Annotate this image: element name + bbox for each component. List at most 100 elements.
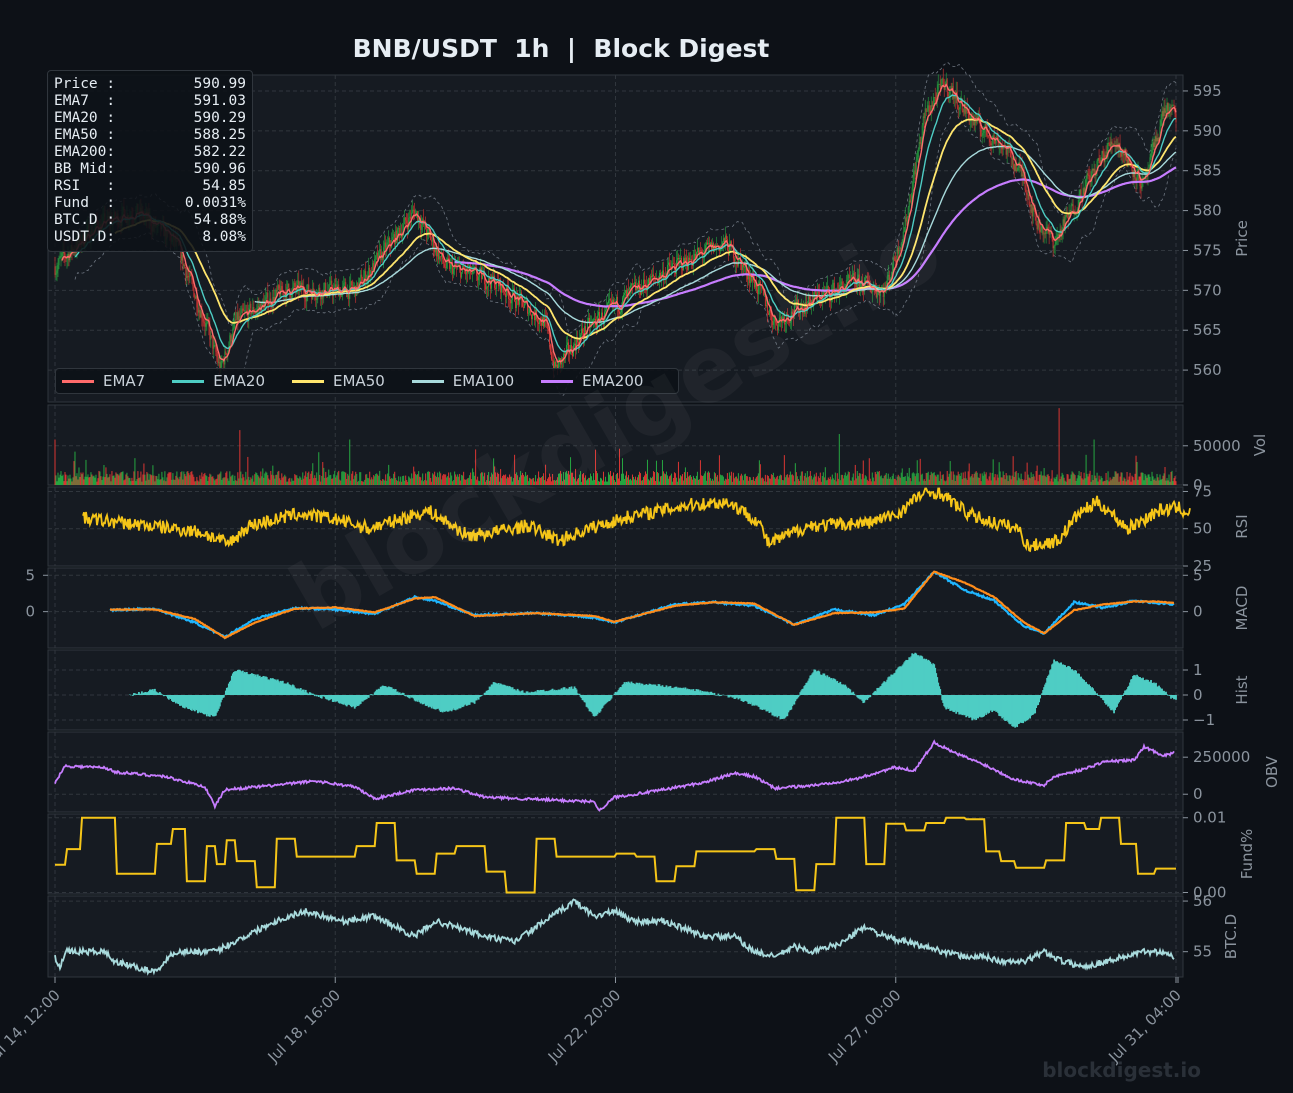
volume-bar (886, 478, 888, 485)
candle-body (913, 170, 915, 176)
candle-body (693, 253, 695, 260)
volume-bar (258, 476, 260, 485)
volume-bar (251, 478, 253, 485)
candle-body (1045, 230, 1047, 235)
candle-body (368, 267, 370, 276)
volume-bar (1131, 475, 1133, 485)
volume-bar (740, 473, 742, 485)
volume-bar (209, 473, 211, 485)
hist-bar (717, 693, 720, 695)
hist-bar (939, 689, 942, 695)
volume-bar (270, 470, 272, 485)
volume-bar (95, 474, 97, 485)
volume-bar (891, 475, 893, 485)
candle-body (235, 319, 237, 321)
volume-bar (359, 472, 361, 485)
volume-bar (974, 472, 976, 485)
candle-body (461, 272, 463, 278)
candle-body (1031, 204, 1033, 217)
candle-body (741, 264, 743, 271)
volume-bar (99, 471, 101, 485)
volume-bar (87, 474, 89, 485)
volume-bar (875, 474, 877, 485)
volume-bar (748, 476, 750, 485)
volume-bar (730, 471, 732, 485)
candle-body (1153, 142, 1155, 148)
volume-bar (232, 474, 234, 485)
volume-bar (729, 475, 731, 485)
candle-body (1102, 151, 1104, 154)
volume-bar (195, 481, 197, 485)
volume-bar (650, 478, 652, 485)
volume-bar (991, 472, 993, 485)
y-tick-label: 570 (1193, 281, 1222, 299)
volume-bar (239, 430, 241, 485)
volume-bar (300, 477, 302, 485)
candle-body (914, 170, 916, 175)
volume-bar (698, 479, 700, 485)
volume-bar (307, 472, 309, 485)
volume-bar (817, 476, 819, 485)
volume-bar (79, 477, 81, 485)
volume-bar (772, 472, 774, 485)
volume-bar (352, 471, 354, 485)
volume-bar (276, 474, 278, 485)
volume-bar (957, 471, 959, 485)
volume-bar (967, 471, 969, 485)
volume-bar (1067, 474, 1069, 485)
volume-bar (949, 461, 951, 485)
volume-bar (350, 480, 352, 485)
candle-body (736, 264, 738, 266)
candle-body (696, 247, 698, 253)
volume-bar (113, 475, 115, 485)
candle-body (1013, 164, 1015, 172)
volume-bar (665, 471, 667, 485)
legend-item-ema7: EMA7 (62, 372, 145, 390)
volume-bar (388, 464, 390, 485)
volume-bar (1081, 478, 1083, 485)
info-label: BTC.D : (54, 212, 116, 228)
candle-body (1111, 141, 1113, 145)
volume-bar (746, 476, 748, 485)
candle-body (1166, 102, 1168, 111)
candle-body (552, 359, 554, 361)
candle-body (189, 272, 191, 277)
volume-bar (249, 480, 251, 485)
y-axis-label: Fund% (1238, 829, 1256, 880)
volume-bar (687, 476, 689, 485)
volume-bar (777, 479, 779, 485)
candle-body (1131, 167, 1133, 172)
candle-body (384, 242, 386, 248)
candle-body (1154, 136, 1156, 148)
candle-body (1067, 216, 1069, 219)
info-value: 590.29 (193, 110, 246, 126)
volume-bar (1047, 474, 1049, 485)
volume-bar (172, 473, 174, 485)
candle-body (651, 276, 652, 278)
hist-bar (720, 695, 723, 696)
volume-bar (1121, 472, 1123, 485)
volume-bar (254, 474, 256, 485)
candle-body (413, 209, 415, 211)
panel-btcd: 55 56 BTC.D (47, 892, 1240, 978)
volume-bar (140, 471, 142, 485)
candle-body (748, 274, 750, 283)
volume-bar (315, 477, 317, 485)
volume-bar (751, 479, 753, 485)
candle-body (410, 216, 412, 220)
volume-bar (377, 474, 379, 485)
candle-body (275, 289, 277, 297)
candle-body (1026, 193, 1028, 195)
legend-swatch (172, 379, 205, 383)
volume-bar (371, 477, 373, 485)
volume-bar (989, 472, 991, 485)
candle-body (1123, 154, 1125, 156)
volume-bar (1026, 462, 1028, 485)
x-tick-label: Jul 18, 16:00 (264, 986, 344, 1066)
volume-bar (969, 477, 971, 485)
candle-body (385, 242, 387, 250)
volume-bar (1172, 481, 1174, 485)
volume-bar (208, 476, 210, 485)
volume-bar (1079, 476, 1081, 485)
volume-bar (935, 476, 937, 485)
